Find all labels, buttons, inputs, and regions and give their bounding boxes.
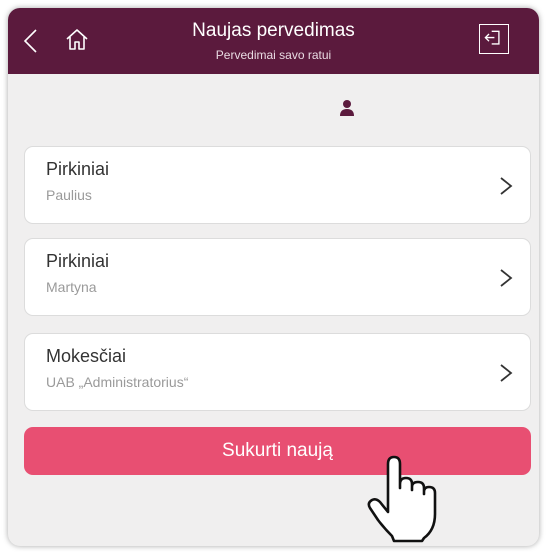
hand-pointer-icon [367, 455, 437, 543]
chevron-right-icon [500, 269, 513, 287]
create-new-button[interactable]: Sukurti naują [24, 427, 531, 475]
header-bar: Naujas pervedimas Pervedimai savo ratui [8, 8, 539, 74]
recipient-name: Mokesčiai [46, 346, 127, 366]
page-subtitle: Pervedimai savo ratui [215, 48, 332, 62]
recipient-name: Pirkiniai [46, 159, 110, 179]
logout-icon [484, 30, 500, 45]
recipient-owner: UAB „Administratorius“ [46, 374, 189, 390]
recipient-item[interactable]: Pirkiniai Paulius [24, 146, 531, 224]
chevron-right-icon [500, 364, 513, 382]
chevron-right-icon [500, 177, 513, 195]
recipient-name: Pirkiniai [46, 251, 110, 271]
app-window: Naujas pervedimas Pervedimai savo ratui … [8, 8, 539, 546]
logout-button[interactable] [479, 24, 509, 54]
recipient-item[interactable]: Mokesčiai UAB „Administratorius“ [24, 333, 531, 411]
recipient-owner: Paulius [46, 187, 92, 203]
recipient-item[interactable]: Pirkiniai Martyna [24, 238, 531, 316]
user-icon [340, 100, 354, 116]
recipient-owner: Martyna [46, 279, 97, 295]
page-title: Naujas pervedimas [192, 20, 355, 41]
